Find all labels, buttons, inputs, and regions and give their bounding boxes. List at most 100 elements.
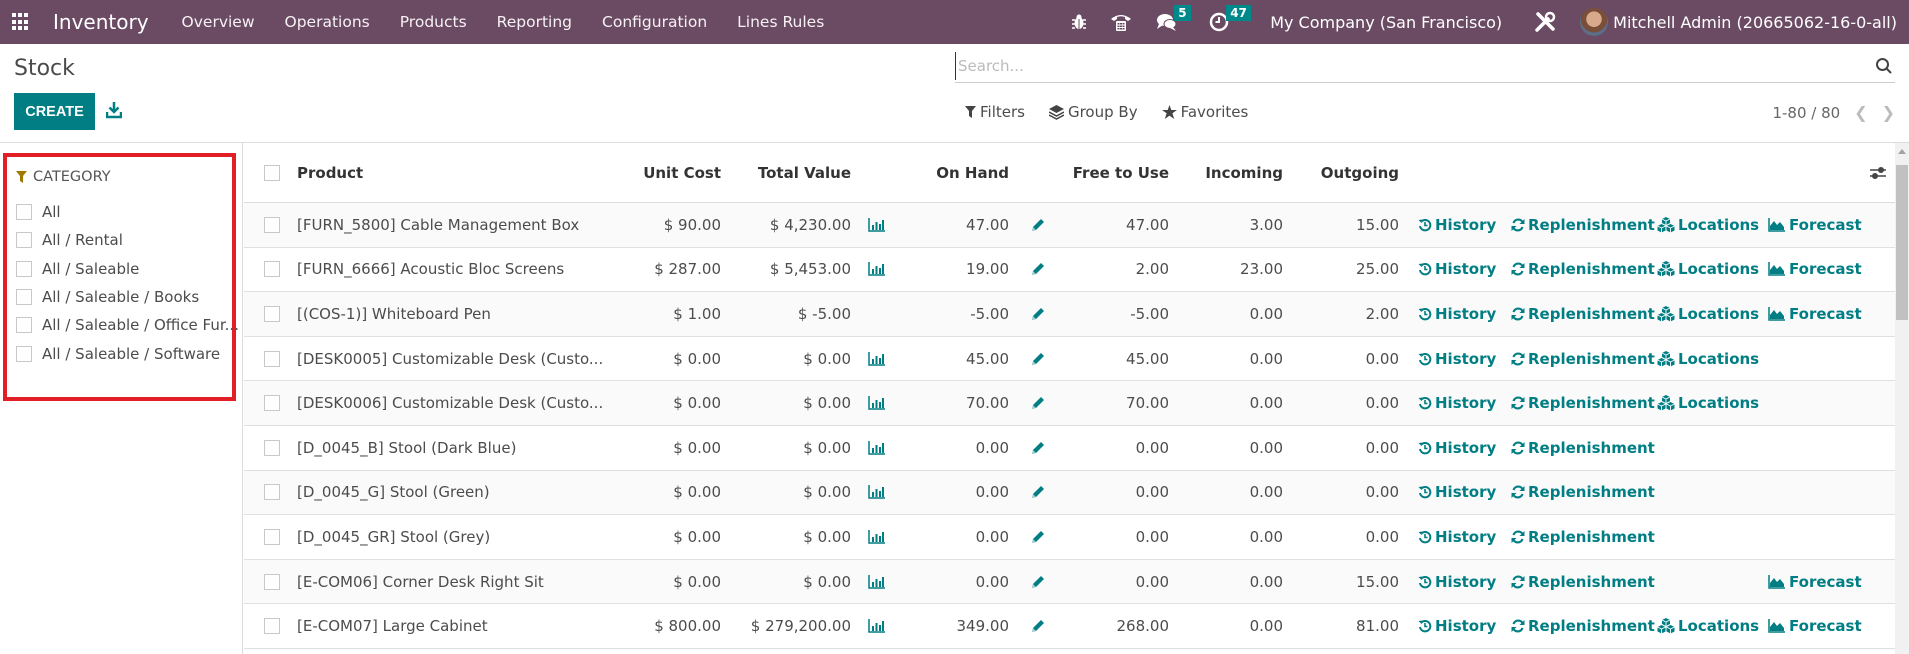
forecast-button[interactable]: Forecast — [1768, 260, 1862, 278]
row-checkbox[interactable] — [264, 216, 280, 233]
edit-quantity-pencil-icon[interactable] — [1030, 618, 1046, 634]
valuation-chart-icon[interactable] — [868, 396, 886, 410]
table-row[interactable]: [D_0045_GR] Stool (Grey) $ 0.00 $ 0.00 0.00… — [244, 515, 1895, 560]
valuation-chart-icon[interactable] — [868, 529, 886, 544]
replenishment-button[interactable]: Replenishment — [1511, 305, 1655, 323]
messages-icon[interactable]: 5 — [1156, 5, 1191, 33]
product-name[interactable]: [E-COM06] Corner Desk Right Sit — [297, 573, 544, 591]
table-row[interactable]: [DESK0005] Customizable Desk (Custo... $ … — [244, 337, 1895, 382]
app-name[interactable]: Inventory — [53, 10, 149, 34]
column-header-outgoing[interactable]: Outgoing — [1321, 164, 1399, 182]
category-checkbox[interactable] — [16, 317, 32, 334]
edit-quantity-pencil-icon[interactable] — [1030, 261, 1046, 277]
menu-configuration[interactable]: Configuration — [587, 13, 722, 31]
edit-quantity-pencil-icon[interactable] — [1030, 484, 1046, 500]
replenishment-button[interactable]: Replenishment — [1511, 260, 1655, 278]
category-item-all[interactable]: All — [16, 198, 239, 226]
category-checkbox[interactable] — [16, 260, 32, 277]
menu-overview[interactable]: Overview — [167, 13, 270, 31]
column-header-product[interactable]: Product — [297, 164, 363, 182]
locations-button[interactable]: Locations — [1657, 305, 1759, 323]
replenishment-button[interactable]: Replenishment — [1511, 394, 1655, 412]
replenishment-button[interactable]: Replenishment — [1511, 573, 1655, 591]
table-row[interactable]: [FURN_6666] Acoustic Bloc Screens $ 287.0… — [244, 248, 1895, 293]
valuation-chart-icon[interactable] — [868, 574, 886, 589]
table-row[interactable]: [DESK0006] Customizable Desk (Custo... $ … — [244, 381, 1895, 426]
history-button[interactable]: History — [1418, 573, 1496, 591]
table-row[interactable]: [E-COM07] Large Cabinet $ 800.00 $ 279,200… — [244, 604, 1895, 649]
locations-button[interactable]: Locations — [1657, 617, 1759, 635]
menu-lines-rules[interactable]: Lines Rules — [722, 13, 839, 31]
category-item-rental[interactable]: All / Rental — [16, 226, 239, 254]
select-all-checkbox[interactable] — [264, 164, 280, 181]
edit-quantity-pencil-icon[interactable] — [1030, 529, 1046, 545]
filters-button[interactable]: Filters — [965, 103, 1025, 121]
category-checkbox[interactable] — [16, 345, 32, 362]
product-name[interactable]: [DESK0005] Customizable Desk (Custo... — [297, 350, 603, 368]
create-button[interactable]: CREATE — [14, 93, 95, 130]
valuation-chart-icon[interactable] — [868, 217, 886, 232]
edit-quantity-pencil-icon[interactable] — [1030, 440, 1046, 456]
forecast-button[interactable]: Forecast — [1768, 573, 1862, 591]
scroll-up-arrow[interactable] — [1898, 149, 1906, 154]
locations-button[interactable]: Locations — [1657, 394, 1759, 412]
history-button[interactable]: History — [1418, 350, 1496, 368]
activities-clock-icon[interactable]: 47 — [1208, 5, 1251, 33]
row-checkbox[interactable] — [264, 395, 280, 412]
locations-button[interactable]: Locations — [1657, 350, 1759, 368]
locations-button[interactable]: Locations — [1657, 260, 1759, 278]
download-export-icon[interactable] — [105, 101, 124, 119]
groupby-button[interactable]: Group By — [1048, 103, 1138, 121]
valuation-chart-icon[interactable] — [868, 485, 886, 500]
table-row[interactable]: [FURN_5800] Cable Management Box $ 90.00 $… — [244, 203, 1895, 248]
column-header-incoming[interactable]: Incoming — [1205, 164, 1283, 182]
history-button[interactable]: History — [1418, 617, 1496, 635]
table-row[interactable]: [(COS-1)] Whiteboard Pen $ 1.00 $ -5.00 -5.… — [244, 292, 1895, 337]
vertical-scrollbar[interactable] — [1895, 143, 1909, 654]
user-menu[interactable]: Mitchell Admin (20665062-16-0-all) — [1580, 8, 1897, 36]
product-name[interactable]: [E-COM07] Large Cabinet — [297, 617, 488, 635]
category-checkbox[interactable] — [16, 289, 32, 306]
product-name[interactable]: [D_0045_G] Stool (Green) — [297, 483, 490, 501]
category-item-saleable[interactable]: All / Saleable — [16, 255, 239, 283]
column-header-on-hand[interactable]: On Hand — [936, 164, 1009, 182]
pager-value[interactable]: 1-80 / 80 — [1772, 104, 1840, 122]
history-button[interactable]: History — [1418, 483, 1496, 501]
edit-quantity-pencil-icon[interactable] — [1030, 351, 1046, 367]
row-checkbox[interactable] — [264, 350, 280, 367]
category-checkbox[interactable] — [16, 204, 32, 221]
forecast-button[interactable]: Forecast — [1768, 305, 1862, 323]
product-name[interactable]: [DESK0006] Customizable Desk (Custo... — [297, 394, 603, 412]
history-button[interactable]: History — [1418, 439, 1496, 457]
replenishment-button[interactable]: Replenishment — [1511, 439, 1655, 457]
valuation-chart-icon[interactable] — [868, 440, 886, 455]
phone-icon[interactable] — [1110, 11, 1132, 33]
pager-previous-button[interactable]: ❮ — [1854, 103, 1867, 122]
row-checkbox[interactable] — [264, 528, 280, 545]
optional-columns-toggle-icon[interactable] — [1869, 165, 1887, 181]
edit-quantity-pencil-icon[interactable] — [1030, 574, 1046, 590]
product-name[interactable]: [FURN_5800] Cable Management Box — [297, 216, 579, 234]
replenishment-button[interactable]: Replenishment — [1511, 617, 1655, 635]
forecast-button[interactable]: Forecast — [1768, 617, 1862, 635]
category-item-books[interactable]: All / Saleable / Books — [16, 283, 239, 311]
app-menu-icon[interactable] — [12, 13, 30, 31]
scroll-thumb[interactable] — [1896, 165, 1908, 320]
valuation-chart-icon[interactable] — [868, 262, 886, 277]
edit-quantity-pencil-icon[interactable] — [1030, 217, 1046, 233]
edit-quantity-pencil-icon[interactable] — [1030, 306, 1046, 322]
replenishment-button[interactable]: Replenishment — [1511, 528, 1655, 546]
product-name[interactable]: [D_0045_B] Stool (Dark Blue) — [297, 439, 516, 457]
row-checkbox[interactable] — [264, 305, 280, 322]
history-button[interactable]: History — [1418, 528, 1496, 546]
tools-settings-icon[interactable] — [1534, 11, 1556, 33]
edit-quantity-pencil-icon[interactable] — [1030, 395, 1046, 411]
category-checkbox[interactable] — [16, 232, 32, 249]
product-name[interactable]: [(COS-1)] Whiteboard Pen — [297, 305, 491, 323]
row-checkbox[interactable] — [264, 261, 280, 278]
debug-bug-icon[interactable] — [1068, 11, 1090, 33]
table-row[interactable]: [D_0045_G] Stool (Green) $ 0.00 $ 0.00 0.00… — [244, 470, 1895, 516]
forecast-button[interactable]: Forecast — [1768, 216, 1862, 234]
valuation-chart-icon[interactable] — [868, 619, 886, 633]
search-input[interactable] — [955, 52, 1855, 80]
